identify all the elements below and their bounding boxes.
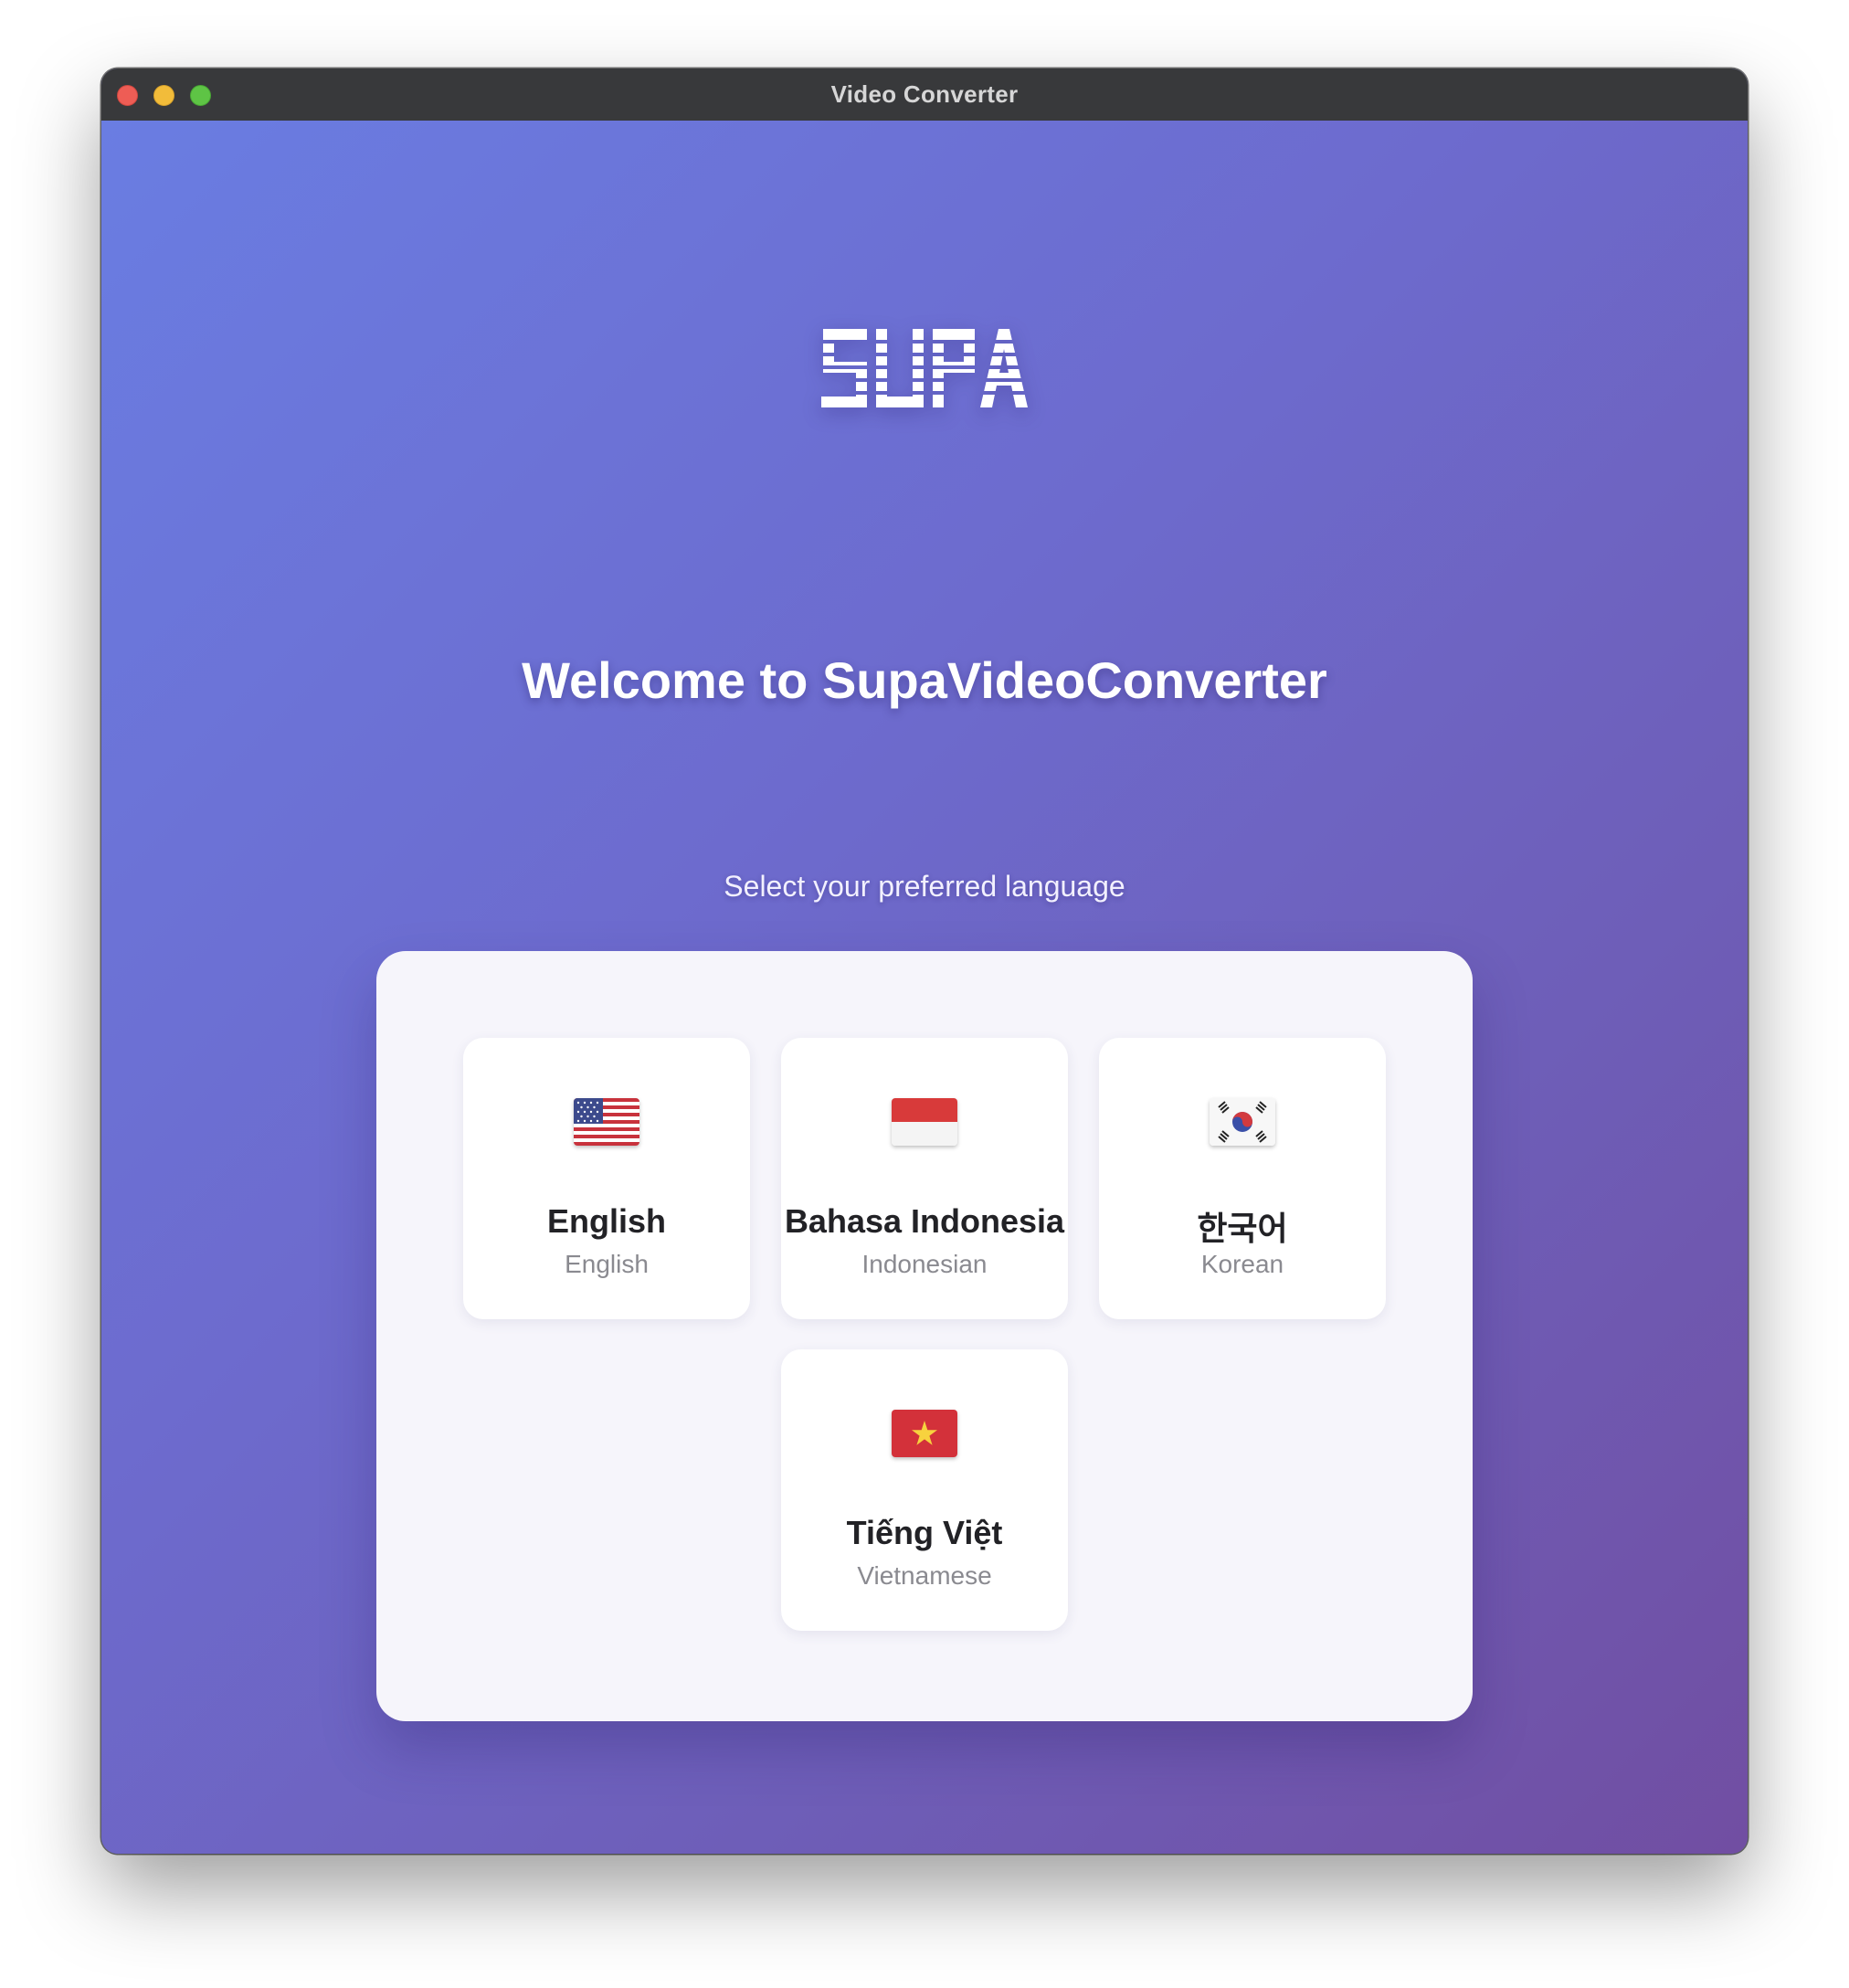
south-korea-flag-icon: [1210, 1098, 1275, 1146]
welcome-heading: Welcome to SupaVideoConverter: [522, 651, 1327, 709]
language-panel: English English Bahasa Indonesia Indones…: [376, 951, 1473, 1721]
language-english-name: Indonesian: [861, 1250, 988, 1278]
language-name: Bahasa Indonesia: [784, 1202, 1065, 1240]
language-name: 한국어: [1197, 1210, 1288, 1247]
language-card-indonesian[interactable]: Bahasa Indonesia Indonesian: [781, 1038, 1068, 1319]
language-name: English: [546, 1202, 666, 1240]
language-card-vietnamese[interactable]: Tiếng Việt Vietnamese: [781, 1349, 1068, 1631]
language-card-korean[interactable]: 한국어 Korean: [1099, 1038, 1386, 1319]
window-title: Video Converter: [830, 80, 1019, 108]
indonesia-flag-icon: [892, 1098, 957, 1146]
language-card-english[interactable]: English English: [463, 1038, 750, 1319]
supa-logo: [821, 329, 1028, 407]
language-name: Tiếng Việt: [846, 1514, 1003, 1551]
us-flag-icon: [574, 1098, 639, 1146]
vietnam-flag-icon: [892, 1410, 957, 1457]
language-english-name: Korean: [1200, 1250, 1284, 1278]
language-prompt: Select your preferred language: [724, 870, 1125, 903]
app-window: Video Converter Welcome to SupaVideoConv…: [101, 69, 1748, 1854]
title-bar[interactable]: Video Converter: [101, 69, 1748, 122]
language-english-name: English: [565, 1250, 649, 1278]
language-english-name: Vietnamese: [857, 1561, 992, 1590]
welcome-screen: Welcome to SupaVideoConverter Select you…: [101, 121, 1748, 1854]
